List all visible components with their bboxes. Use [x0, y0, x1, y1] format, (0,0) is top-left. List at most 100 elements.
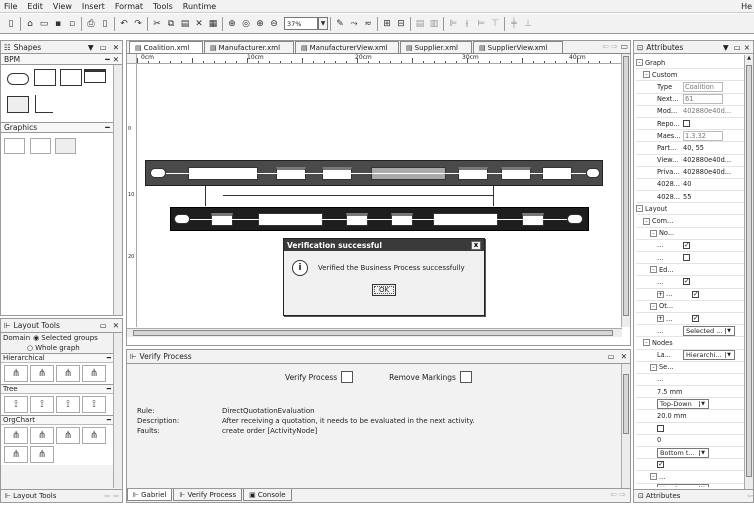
to-back-icon[interactable]: ▥: [427, 17, 441, 31]
collapse-toggle-icon[interactable]: -: [643, 71, 650, 79]
collapse-toggle-icon[interactable]: -: [636, 59, 643, 67]
scroll-thumb[interactable]: [133, 330, 613, 336]
event-shape[interactable]: [7, 73, 29, 85]
diagram-canvas[interactable]: Verification successful x i Verified the…: [138, 65, 622, 327]
pool-manufacturer[interactable]: [170, 207, 589, 231]
verify-scrollbar[interactable]: [621, 364, 630, 488]
attribute-row[interactable]: 0: [636, 435, 744, 447]
end-event[interactable]: [586, 168, 600, 178]
collapse-icon[interactable]: ━: [107, 416, 111, 424]
zoom-fit-icon[interactable]: ◎: [239, 17, 253, 31]
layout-thumbnail-icon[interactable]: ⋔: [30, 365, 54, 382]
attribute-row[interactable]: - Layout: [636, 203, 744, 216]
shapes-scrollbar[interactable]: [113, 65, 122, 315]
attribute-row[interactable]: +... ✓: [636, 289, 744, 301]
minimize-icon[interactable]: ▭: [608, 352, 615, 361]
attribute-row[interactable]: Priva... 402880e40d...: [636, 167, 744, 179]
editor-horizontal-scrollbar[interactable]: [127, 328, 622, 337]
align-center-icon[interactable]: ⫲: [460, 17, 474, 31]
checkbox-unchecked[interactable]: [683, 254, 690, 262]
copy-icon[interactable]: ⧉: [164, 17, 178, 31]
bottom-tab-gabriel[interactable]: ⊩ Gabriel: [127, 489, 173, 501]
nav-back-icon[interactable]: ⇦: [747, 492, 753, 500]
menu-item-file[interactable]: File: [4, 2, 17, 11]
open-folder-icon[interactable]: ▭: [37, 17, 51, 31]
attribute-row[interactable]: Type Coalition: [636, 81, 744, 94]
menu-item-runtime[interactable]: Runtime: [183, 2, 216, 11]
align-left-icon[interactable]: ⊫: [446, 17, 460, 31]
attribute-row[interactable]: - Ot...: [636, 301, 744, 313]
minimize-icon[interactable]: ▭: [100, 321, 107, 330]
attribute-row[interactable]: Top-Down ▼: [636, 398, 744, 411]
layout-thumbnail-icon[interactable]: ⋔: [56, 365, 80, 382]
zoom-out-icon[interactable]: ⊖: [267, 17, 281, 31]
layout-section-header[interactable]: OrgChart ━: [1, 415, 113, 425]
attribute-value[interactable]: 1.3.32: [683, 130, 723, 141]
align-top-icon[interactable]: ⊤: [488, 17, 502, 31]
layout-section-header[interactable]: Tree ━: [1, 384, 113, 394]
group-icon[interactable]: ⊞: [380, 17, 394, 31]
attributes-footer-label[interactable]: Attributes: [646, 492, 681, 500]
layout-thumbnail-icon[interactable]: ⟟: [4, 396, 28, 413]
attribute-row[interactable]: 4028... 40: [636, 179, 744, 192]
attribute-row[interactable]: - Graph: [636, 57, 744, 70]
subprocess-shape[interactable]: [60, 69, 82, 86]
collapse-toggle-icon[interactable]: -: [650, 473, 657, 481]
nav-back-icon[interactable]: ⇦: [104, 492, 110, 500]
end-event[interactable]: [567, 214, 583, 224]
menu-item-insert[interactable]: Insert: [82, 2, 105, 11]
editor-tab[interactable]: ▤ Supplier.xml: [400, 41, 472, 53]
attribute-row[interactable]: - Nodes: [636, 337, 744, 350]
editor-tab[interactable]: ▤ ManufacturerView.xml: [295, 41, 399, 53]
connect-icon[interactable]: ⤳: [347, 17, 361, 31]
layout-tools-footer-label[interactable]: Layout Tools: [13, 492, 56, 500]
graphics-section-header[interactable]: Graphics ━ ✕: [1, 122, 122, 133]
scroll-thumb[interactable]: [623, 374, 629, 434]
scroll-thumb[interactable]: [746, 65, 752, 477]
faults-value[interactable]: create order [ActivityNode]: [222, 426, 317, 436]
attribute-select[interactable]: Hierarchi... ▼: [683, 350, 735, 361]
attribute-select[interactable]: Bottom t... ▼: [657, 447, 709, 458]
remove-markings-button[interactable]: [459, 371, 472, 383]
expand-toggle-icon[interactable]: +: [657, 315, 664, 323]
tool-icon[interactable]: ✎: [333, 17, 347, 31]
collapse-toggle-icon[interactable]: -: [643, 339, 650, 347]
activity-shape[interactable]: [34, 69, 56, 86]
attribute-row[interactable]: Head ▼: [636, 484, 744, 487]
panel-menu-icon[interactable]: ▼: [88, 43, 94, 52]
dropdown-icon[interactable]: ▼: [699, 449, 706, 456]
nav-forward-icon[interactable]: ⇨: [619, 490, 626, 499]
start-event[interactable]: [150, 168, 166, 178]
collapse-toggle-icon[interactable]: -: [643, 217, 650, 225]
attribute-row[interactable]: La... Hierarchi... ▼: [636, 350, 744, 362]
maximize-icon[interactable]: ▭: [620, 42, 628, 51]
collapse-icon[interactable]: ━: [105, 123, 110, 132]
layout-tools-scrollbar[interactable]: [113, 333, 122, 488]
dropdown-icon[interactable]: ▼: [725, 327, 732, 334]
checkbox-checked[interactable]: ✓: [683, 278, 690, 286]
zoom-dropdown-icon[interactable]: ▼: [318, 17, 328, 30]
collapse-icon[interactable]: ━: [107, 385, 111, 393]
checkbox-unchecked[interactable]: [683, 120, 690, 128]
align-middle-icon[interactable]: ╪: [507, 17, 521, 31]
delete-icon[interactable]: ✕: [192, 17, 206, 31]
layout-thumbnail-icon[interactable]: ⋔: [4, 427, 28, 444]
paste-icon[interactable]: ▤: [178, 17, 192, 31]
attribute-row[interactable]: Part... 40, 55: [636, 142, 744, 155]
verify-process-button[interactable]: [341, 371, 354, 383]
layout-thumbnail-icon[interactable]: ⋔: [4, 365, 28, 382]
layout-thumbnail-icon[interactable]: ⋔: [82, 365, 106, 382]
new-icon[interactable]: ▯: [4, 17, 18, 31]
undo-icon[interactable]: ↶: [117, 17, 131, 31]
properties-icon[interactable]: ▦: [206, 17, 220, 31]
menu-item-edit[interactable]: Edit: [27, 2, 43, 11]
bottom-tab-console[interactable]: ▣ Console: [243, 489, 292, 501]
zoom-select[interactable]: 37%: [284, 17, 318, 30]
attribute-row[interactable]: +... ✓: [636, 313, 744, 326]
to-front-icon[interactable]: ▤: [413, 17, 427, 31]
minimize-icon[interactable]: ▭: [100, 43, 107, 52]
attribute-row[interactable]: ... ✓: [636, 240, 744, 252]
attribute-row[interactable]: - Com...: [636, 215, 744, 228]
redo-icon[interactable]: ↷: [131, 17, 145, 31]
editor-tab[interactable]: ▤ SupplierView.xml: [473, 41, 563, 53]
